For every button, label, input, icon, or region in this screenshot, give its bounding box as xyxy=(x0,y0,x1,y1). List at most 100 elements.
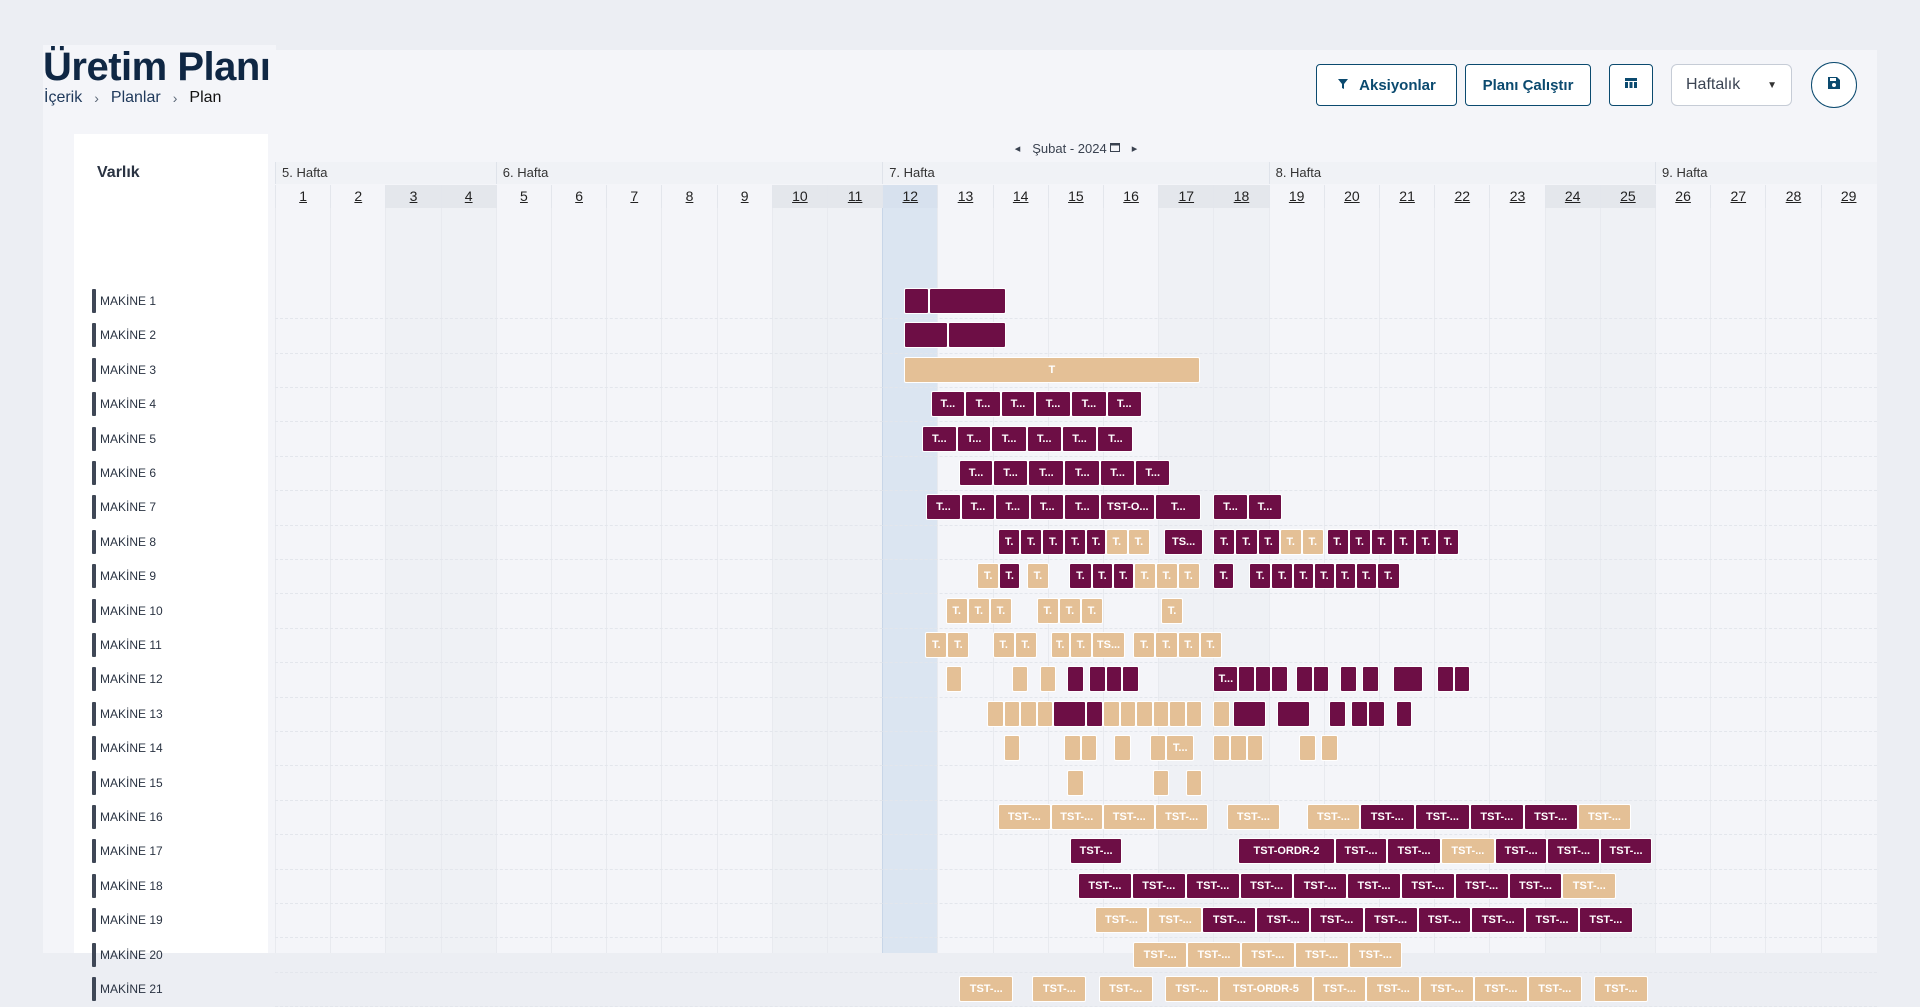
task-bar[interactable]: T. xyxy=(1086,528,1106,555)
task-bar[interactable]: TST-... xyxy=(1528,976,1582,1002)
task-bar[interactable]: TST-... xyxy=(1420,976,1474,1002)
task-bar[interactable] xyxy=(1213,735,1230,762)
task-bar[interactable] xyxy=(1453,666,1471,693)
day-header[interactable]: 20 xyxy=(1323,185,1379,208)
task-bar[interactable]: TST-... xyxy=(1148,907,1203,934)
task-bar[interactable] xyxy=(1039,666,1057,693)
task-bar[interactable]: TST-... xyxy=(1523,804,1578,830)
task-bar[interactable] xyxy=(1067,666,1084,693)
task-bar[interactable] xyxy=(1246,735,1264,762)
task-bar[interactable]: TST-... xyxy=(1440,838,1495,865)
task-bar[interactable]: T. xyxy=(1348,528,1371,555)
task-bar[interactable]: T. xyxy=(1436,528,1460,555)
task-bar[interactable] xyxy=(1169,700,1186,727)
save-button[interactable] xyxy=(1811,62,1857,108)
day-header[interactable]: 29 xyxy=(1820,185,1876,208)
task-bar[interactable]: T... xyxy=(995,494,1031,521)
task-bar[interactable] xyxy=(987,700,1004,727)
task-bar[interactable]: TS... xyxy=(1091,632,1126,658)
task-bar[interactable] xyxy=(1020,700,1037,727)
task-bar[interactable]: T. xyxy=(1235,528,1258,555)
task-bar[interactable]: TST-... xyxy=(1103,804,1156,830)
task-bar[interactable]: T. xyxy=(1155,632,1178,658)
task-bar[interactable]: T. xyxy=(1112,563,1134,590)
task-bar[interactable] xyxy=(1053,700,1087,727)
task-bar[interactable]: T. xyxy=(1257,528,1280,555)
task-bar[interactable]: TST-... xyxy=(1307,804,1360,830)
task-bar[interactable]: T. xyxy=(1199,632,1222,658)
task-bar[interactable]: T. xyxy=(1213,563,1235,590)
task-bar[interactable] xyxy=(904,322,949,349)
task-bar[interactable]: TST-... xyxy=(1133,941,1187,968)
task-bar[interactable]: T... xyxy=(1028,460,1065,486)
day-header[interactable]: 12 xyxy=(882,185,938,208)
task-bar[interactable]: T. xyxy=(1213,528,1236,555)
task-bar[interactable] xyxy=(1122,666,1139,693)
task-bar[interactable] xyxy=(1254,666,1272,693)
task-bar[interactable] xyxy=(1149,735,1167,762)
task-bar[interactable]: TST-... xyxy=(1494,838,1548,865)
day-header[interactable]: 13 xyxy=(937,185,992,208)
task-bar[interactable]: TST-... xyxy=(1470,804,1524,830)
task-bar[interactable]: TST-ORDR-5 xyxy=(1218,976,1313,1002)
task-bar[interactable] xyxy=(1152,769,1170,796)
task-bar[interactable]: T. xyxy=(1068,563,1092,590)
task-bar[interactable]: T. xyxy=(999,563,1021,590)
task-bar[interactable]: T. xyxy=(1326,528,1349,555)
task-bar[interactable]: TST-... xyxy=(1471,907,1526,934)
task-bar[interactable] xyxy=(1229,735,1247,762)
actions-button[interactable]: Aksiyonlar xyxy=(1316,64,1457,106)
task-bar[interactable]: TST-... xyxy=(1387,838,1441,865)
task-bar[interactable]: TST-... xyxy=(1578,907,1633,934)
task-bar[interactable]: T. xyxy=(1279,528,1302,555)
task-bar[interactable]: TST-... xyxy=(1562,872,1617,899)
task-bar[interactable]: TST-... xyxy=(1310,907,1364,934)
task-bar[interactable]: T... xyxy=(1247,494,1283,521)
task-bar[interactable]: T. xyxy=(1376,563,1400,590)
task-bar[interactable]: T... xyxy=(1135,460,1171,486)
task-bar[interactable]: T. xyxy=(1313,563,1335,590)
task-bar[interactable] xyxy=(1312,666,1330,693)
task-bar[interactable]: T. xyxy=(1042,528,1065,555)
task-bar[interactable]: T. xyxy=(1293,563,1314,590)
task-bar[interactable]: T. xyxy=(1080,597,1103,624)
task-bar[interactable] xyxy=(1011,666,1029,693)
calendar-icon[interactable] xyxy=(1109,142,1120,155)
task-bar[interactable]: T. xyxy=(1014,632,1037,658)
task-bar[interactable] xyxy=(1367,700,1385,727)
day-header[interactable]: 23 xyxy=(1489,185,1544,208)
day-header[interactable]: 14 xyxy=(992,185,1048,208)
task-bar[interactable]: TST-O... xyxy=(1100,494,1156,521)
task-bar[interactable]: T... xyxy=(1035,391,1071,418)
task-bar[interactable] xyxy=(948,322,1007,349)
task-bar[interactable]: T. xyxy=(1271,563,1294,590)
task-bar[interactable]: T. xyxy=(998,528,1021,555)
task-bar[interactable] xyxy=(1436,666,1454,693)
task-bar[interactable]: T... xyxy=(991,425,1027,452)
day-header[interactable]: 18 xyxy=(1213,185,1269,208)
day-header[interactable]: 24 xyxy=(1544,185,1600,208)
day-header[interactable]: 3 xyxy=(385,185,441,208)
task-bar[interactable]: T. xyxy=(945,597,968,624)
task-bar[interactable] xyxy=(1271,666,1288,693)
task-bar[interactable] xyxy=(904,288,930,314)
task-bar[interactable]: TST-... xyxy=(1577,804,1632,830)
task-bar[interactable]: TST-... xyxy=(1185,872,1240,899)
task-bar[interactable]: TST-... xyxy=(1417,907,1472,934)
task-bar[interactable]: TST-... xyxy=(1401,872,1455,899)
day-header[interactable]: 28 xyxy=(1765,185,1820,208)
task-bar[interactable] xyxy=(1136,700,1153,727)
task-bar[interactable]: T... xyxy=(1155,494,1202,521)
task-bar[interactable]: TST-... xyxy=(1454,872,1509,899)
task-bar[interactable] xyxy=(929,288,1007,314)
task-bar[interactable]: TST-... xyxy=(1239,872,1294,899)
task-bar[interactable]: TST-... xyxy=(1414,804,1471,830)
task-bar[interactable]: T. xyxy=(1249,563,1272,590)
task-bar[interactable]: T. xyxy=(947,632,970,658)
task-bar[interactable]: T. xyxy=(1020,528,1043,555)
day-header[interactable]: 9 xyxy=(716,185,772,208)
task-bar[interactable] xyxy=(1185,700,1203,727)
task-bar[interactable] xyxy=(1296,666,1313,693)
task-bar[interactable] xyxy=(1067,769,1084,796)
task-bar[interactable]: T. xyxy=(1105,528,1128,555)
